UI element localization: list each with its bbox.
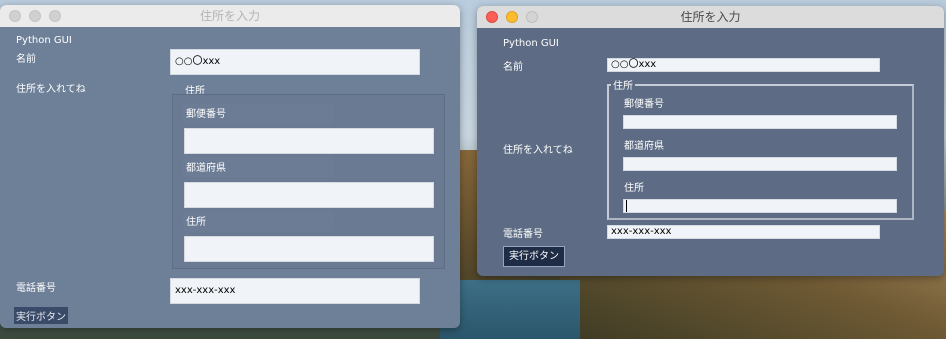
app-label: Python GUI — [503, 38, 559, 49]
phone-label: 電話番号 — [16, 283, 56, 294]
phone-label: 電話番号 — [503, 229, 543, 240]
close-button[interactable] — [486, 11, 498, 23]
app-label: Python GUI — [16, 35, 72, 46]
prefecture-input[interactable] — [184, 182, 434, 208]
address-prompt-label: 住所を入れてね — [16, 84, 86, 95]
postal-label: 郵便番号 — [624, 99, 664, 110]
phone-input[interactable]: xxx-xxx-xxx — [607, 225, 880, 239]
prefecture-input[interactable] — [623, 157, 897, 171]
left-window-titlebar[interactable]: 住所を入力 — [0, 5, 460, 27]
postal-input[interactable] — [184, 128, 434, 154]
name-input[interactable]: ○○〇xxx — [170, 49, 420, 75]
sea-image — [440, 280, 580, 339]
submit-button[interactable]: 実行ボタン — [503, 246, 565, 267]
window-title: 住所を入力 — [680, 10, 741, 24]
submit-button[interactable]: 実行ボタン — [14, 307, 68, 324]
name-label: 名前 — [503, 62, 523, 73]
name-label: 名前 — [16, 54, 36, 65]
address-prompt-label: 住所を入れてね — [503, 145, 573, 156]
address-frame-title: 住所 — [611, 77, 635, 92]
postal-label: 郵便番号 — [186, 109, 226, 120]
name-input-value: ○○〇xxx — [175, 56, 221, 67]
phone-input[interactable]: xxx-xxx-xxx — [170, 278, 420, 304]
close-button[interactable] — [9, 10, 21, 22]
address-input[interactable] — [623, 199, 897, 213]
window-title: 住所を入力 — [199, 9, 260, 23]
address-label: 住所 — [186, 217, 206, 228]
right-window-titlebar[interactable]: 住所を入力 — [477, 6, 944, 28]
postal-input[interactable] — [623, 115, 897, 129]
minimize-button[interactable] — [29, 10, 41, 22]
phone-input-value: xxx-xxx-xxx — [611, 226, 672, 237]
text-cursor — [626, 200, 627, 212]
address-label: 住所 — [624, 183, 644, 194]
minimize-button[interactable] — [506, 11, 518, 23]
zoom-button[interactable] — [526, 11, 538, 23]
right-window: 住所を入力 Python GUI 名前 ○○〇xxx 住所 住所を入れてね 郵便… — [477, 6, 944, 276]
zoom-button[interactable] — [49, 10, 61, 22]
address-input[interactable] — [184, 236, 434, 262]
name-input[interactable]: ○○〇xxx — [607, 58, 880, 72]
phone-input-value: xxx-xxx-xxx — [175, 285, 236, 296]
prefecture-label: 都道府県 — [624, 141, 664, 152]
prefecture-label: 都道府県 — [186, 163, 226, 174]
name-input-value: ○○〇xxx — [611, 59, 657, 70]
left-window: 住所を入力 Python GUI 名前 ○○〇xxx 住所を入れてね 住所 郵便… — [0, 5, 460, 328]
